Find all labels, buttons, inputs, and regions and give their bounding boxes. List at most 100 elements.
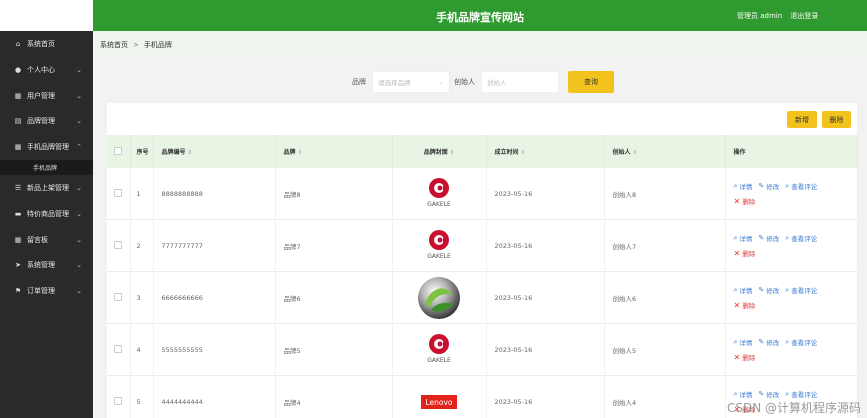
detail-button[interactable]: ⌕ 详情	[733, 337, 753, 348]
view-comments-button[interactable]: ⌕ 查看评论	[785, 337, 817, 348]
row-delete-button[interactable]: ✕ 删除	[734, 300, 857, 311]
detail-button[interactable]: ⌕ 详情	[733, 285, 753, 296]
search-bar: 品牌 请选择品牌 ⌄ 创始人 创始人 查询	[93, 71, 867, 93]
cell-cover	[392, 271, 487, 324]
sidebar-item-new-products[interactable]: ☰ 新品上架管理 ⌄	[0, 175, 93, 201]
sidebar-item-label: 系统管理	[27, 261, 55, 270]
edit-icon: ✎	[758, 286, 765, 294]
query-button[interactable]: 查询	[568, 71, 614, 93]
row-checkbox[interactable]	[107, 375, 131, 418]
view-comments-button[interactable]: ⌕ 查看评论	[785, 181, 817, 192]
cell-code: 5555555555	[153, 323, 276, 376]
creator-input[interactable]: 创始人	[481, 71, 559, 93]
detail-button[interactable]: ⌕ 详情	[734, 181, 753, 192]
send-icon: ➤	[15, 261, 21, 270]
view-comments-button[interactable]: ⌕ 查看评论	[785, 389, 817, 400]
user-icon: ●	[14, 65, 22, 74]
sort-icon: ⇕	[632, 150, 638, 156]
edit-button[interactable]: ✎ 修改	[758, 285, 779, 295]
search-icon: ⌕	[733, 389, 738, 398]
cell-index: 4	[130, 323, 154, 376]
logout-link[interactable]: 退出登录	[790, 12, 818, 20]
chevron-down-icon: ⌄	[76, 184, 82, 193]
chevron-down-icon: ⌄	[76, 117, 82, 126]
detail-button[interactable]: ⌕ 详情	[733, 389, 753, 400]
col-creator[interactable]: 创始人 ⇕	[604, 135, 726, 168]
edit-icon: ✎	[758, 234, 765, 242]
row-checkbox[interactable]	[107, 323, 131, 376]
breadcrumb: 系统首页 > 手机品牌	[93, 31, 867, 58]
sidebar-item-label: 手机品牌管理	[27, 143, 69, 152]
cell-brand: 品牌6	[275, 271, 393, 324]
chevron-down-icon: ⌄	[437, 78, 443, 86]
breadcrumb-home[interactable]: 系统首页	[100, 40, 128, 50]
cell-founded: 2023-05-16	[486, 375, 605, 418]
add-button[interactable]: 新增	[787, 111, 817, 128]
sidebar-item-personal[interactable]: ● 个人中心 ⌄	[0, 57, 93, 83]
col-ops: 操作	[725, 135, 858, 168]
select-all-checkbox[interactable]	[107, 135, 131, 168]
creator-filter-label: 创始人	[454, 78, 475, 86]
search-icon: ⌕	[733, 285, 738, 294]
cell-ops: ⌕ 详情 ✎ 修改 ⌕ 查看评论 ✕ 删除	[725, 219, 858, 272]
sidebar-subitem-phone-brand[interactable]: 手机品牌	[0, 160, 93, 176]
cell-cover: GAKELE	[392, 219, 487, 272]
cell-ops: ⌕ 详情 ✎ 修改 ⌕ 查看评论 ✕ 删除	[725, 323, 858, 376]
edit-button[interactable]: ✎ 修改	[758, 233, 779, 243]
brand-select[interactable]: 请选择品牌 ⌄	[372, 71, 450, 93]
row-checkbox[interactable]	[107, 219, 131, 272]
edit-button[interactable]: ✎ 修改	[758, 181, 779, 191]
cell-code: 6666666666	[153, 271, 276, 324]
edit-button[interactable]: ✎ 修改	[758, 389, 779, 399]
view-comments-button[interactable]: ⌕ 查看评论	[785, 285, 817, 296]
sidebar-item-home[interactable]: ⌂ 系统首页	[0, 31, 93, 57]
logo-text: GAKELE	[427, 201, 451, 208]
col-brand[interactable]: 品牌 ⇕	[275, 135, 393, 168]
row-delete-button[interactable]: ✕ 删除	[734, 352, 857, 363]
close-icon: ✕	[733, 196, 741, 206]
cell-founded: 2023-05-16	[486, 219, 605, 272]
row-delete-button[interactable]: ✕ 删除	[734, 248, 857, 259]
cell-creator: 创始人4	[604, 375, 726, 418]
search-icon: ⌕	[785, 389, 790, 398]
view-comments-button[interactable]: ⌕ 查看评论	[785, 233, 817, 244]
sidebar-item-label: 个人中心	[27, 65, 55, 74]
sidebar-item-users[interactable]: ▦ 用户管理 ⌄	[0, 83, 93, 109]
sort-icon: ⇕	[449, 150, 455, 156]
sidebar-item-label: 品牌管理	[27, 117, 55, 126]
sidebar-item-brands[interactable]: ▤ 品牌管理 ⌄	[0, 109, 93, 135]
cell-creator: 创始人7	[604, 219, 726, 272]
cell-ops: ⌕ 详情 ✎ 修改 ⌕ 查看评论 ✕ 删除	[725, 271, 858, 324]
search-icon: ⌕	[733, 337, 738, 346]
sidebar-item-system[interactable]: ➤ 系统管理 ⌄	[0, 253, 93, 279]
chevron-down-icon: ⌄	[76, 209, 82, 218]
row-delete-button[interactable]: ✕ 删除	[733, 196, 857, 207]
row-checkbox[interactable]	[107, 271, 131, 324]
chevron-down-icon: ⌄	[76, 235, 82, 244]
cell-code: 4444444444	[153, 375, 276, 418]
breadcrumb-current: 手机品牌	[143, 40, 172, 49]
sidebar-item-label: 订单管理	[27, 287, 55, 296]
sidebar-item-messages[interactable]: ▦ 留言板 ⌄	[0, 227, 93, 253]
admin-user-label: 管理员 admin	[737, 12, 783, 20]
sort-icon: ⇕	[297, 150, 303, 156]
grid-icon: ▦	[14, 143, 22, 152]
delete-button[interactable]: 删除	[822, 111, 851, 128]
search-icon: ⌕	[785, 233, 790, 242]
sidebar-item-phone-brands[interactable]: ▦ 手机品牌管理 ⌃	[0, 134, 93, 160]
row-checkbox[interactable]	[107, 168, 131, 220]
sidebar-item-specials[interactable]: ▬ 特价商品管理 ⌄	[0, 201, 93, 227]
col-cover[interactable]: 品牌封面 ⇕	[392, 135, 487, 168]
cell-creator: 创始人6	[604, 271, 726, 324]
table-row: 1 8888888888 品牌8 GAKELE 2023-05-16 创始人8 …	[107, 168, 858, 220]
detail-button[interactable]: ⌕ 详情	[734, 233, 753, 244]
edit-button[interactable]: ✎ 修改	[758, 337, 779, 347]
sort-icon: ⇕	[187, 150, 193, 156]
chevron-down-icon: ⌄	[76, 65, 82, 74]
logo-text: Lenovo	[425, 398, 452, 407]
sort-icon: ⇕	[520, 150, 526, 156]
col-founded[interactable]: 成立时间 ⇕	[486, 135, 605, 168]
col-code[interactable]: 品牌编号 ⇕	[153, 135, 276, 168]
sidebar-item-orders[interactable]: ⚑ 订单管理 ⌄	[0, 278, 93, 304]
flag-icon: ⚑	[14, 287, 22, 296]
